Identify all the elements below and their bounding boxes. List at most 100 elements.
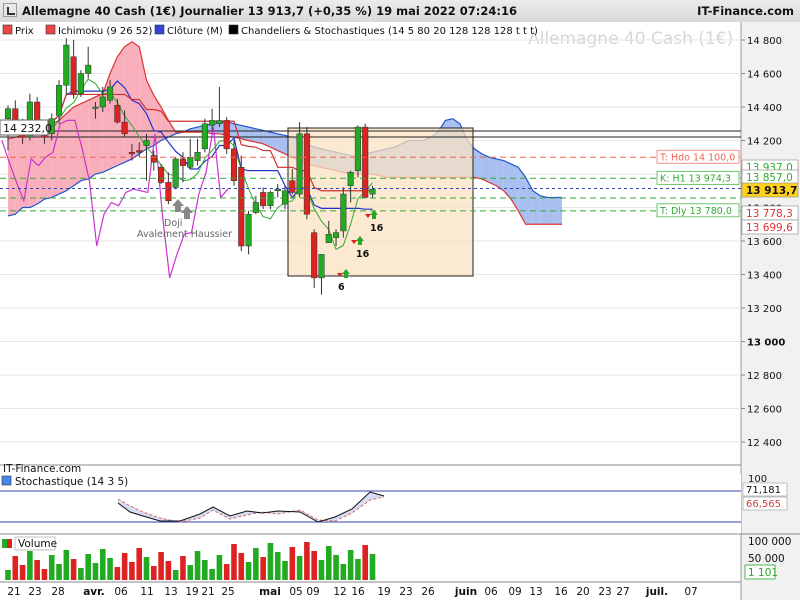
- volume-bar: [187, 565, 194, 580]
- volume-bar: [304, 542, 310, 580]
- volume-bar: [209, 569, 215, 580]
- volume-bar: [355, 559, 361, 580]
- date-tick-label: 06: [484, 586, 498, 598]
- bullish-candle: [369, 188, 376, 195]
- volume-bar: [311, 551, 317, 580]
- price-tick-label: 14 400: [747, 103, 782, 114]
- date-tick-label: 28: [51, 586, 64, 598]
- volume-bar: [274, 552, 281, 580]
- level-badge: 13 699,6: [746, 222, 793, 234]
- bullish-candle: [187, 157, 194, 168]
- legend-item: Ichimoku (9 26 52): [45, 24, 152, 37]
- signal-count-label: 6: [338, 282, 345, 293]
- volume-bar: [158, 552, 164, 580]
- date-tick-label: 16: [351, 586, 365, 598]
- volume-bar: [245, 562, 252, 580]
- brand-name[interactable]: IT-Finance.com: [697, 4, 794, 18]
- date-tick-label: 07: [684, 586, 697, 598]
- cloud-segment: [489, 157, 497, 186]
- bullish-candle: [143, 140, 150, 146]
- bearish-candle: [70, 56, 77, 94]
- bearish-candle: [223, 120, 230, 150]
- date-tick-label: avr.: [83, 586, 105, 598]
- date-tick-label: mai: [259, 586, 281, 598]
- volume-bar: [136, 548, 143, 580]
- volume-bar: [289, 547, 296, 580]
- bearish-candle: [311, 232, 318, 279]
- legend-color-chip: [45, 24, 56, 35]
- bullish-candle: [4, 108, 12, 119]
- date-tick-label: 25: [221, 586, 234, 598]
- chart-canvas[interactable]: Allemagne 40 Cash (1€) Prix Ichimoku (9 2…: [0, 22, 800, 600]
- volume-bar: [333, 555, 339, 580]
- bearish-candle: [362, 126, 369, 198]
- chart-window-icon[interactable]: [3, 3, 17, 17]
- bullish-candle: [333, 232, 340, 238]
- bearish-candle: [238, 167, 245, 247]
- date-tick-label: 20: [576, 586, 589, 598]
- bearish-candle: [230, 148, 238, 181]
- legend-label: Prix: [15, 26, 34, 37]
- legend-color-chip: [154, 24, 165, 35]
- volume-bar: [99, 549, 106, 580]
- volume-bar: [143, 557, 150, 580]
- bullish-candle: [281, 190, 289, 205]
- bullish-candle: [325, 234, 332, 243]
- date-tick-label: 12: [333, 586, 346, 598]
- date-tick-label: juin: [454, 586, 477, 598]
- bullish-candle: [172, 158, 179, 188]
- bullish-candle: [63, 44, 70, 86]
- cloud-segment: [15, 135, 23, 215]
- volume-bar: [340, 564, 347, 580]
- cloud-segment: [29, 130, 38, 208]
- volume-bar: [165, 561, 172, 580]
- stochastic-d-value: 66,565: [746, 499, 781, 510]
- volume-bar: [48, 555, 55, 580]
- legend-label: Chandeliers & Stochastiques (14 5 80 20 …: [241, 26, 538, 37]
- date-tick-label: 19: [377, 586, 390, 598]
- bearish-candle: [179, 158, 187, 166]
- bullish-candle: [296, 133, 303, 195]
- bullish-candle: [99, 96, 106, 108]
- cloud-segment: [241, 125, 249, 141]
- price-tick-label: 13 200: [747, 304, 782, 315]
- price-tick-label: 13 000: [747, 338, 785, 349]
- left-level-label: 14 232,0: [3, 122, 52, 135]
- cloud-segment: [532, 190, 541, 225]
- bearish-candle: [150, 155, 157, 163]
- volume-bar: [107, 558, 113, 580]
- bullish-candle: [55, 84, 63, 116]
- bearish-candle: [34, 101, 41, 121]
- bullish-candle: [274, 188, 281, 191]
- volume-bar: [70, 559, 77, 580]
- bullish-candle: [340, 193, 347, 232]
- date-tick-label: 09: [306, 586, 319, 598]
- bearish-candle: [41, 135, 48, 138]
- stochastic-title: Stochastique (14 3 5): [15, 476, 128, 488]
- volume-bar: [223, 564, 230, 580]
- indicator-legend: Prix Ichimoku (9 26 52) Clôture (M) Chandel…: [2, 24, 538, 37]
- volume-bar: [19, 565, 26, 580]
- volume-bar: [260, 557, 266, 580]
- bullish-candle: [201, 123, 208, 150]
- date-tick-label: 21: [201, 586, 214, 598]
- volume-bar: [12, 556, 19, 580]
- date-tick-label: 27: [616, 586, 629, 598]
- volume-bar: [5, 570, 11, 580]
- price-tick-label: 13 400: [747, 271, 782, 282]
- copyright-label: IT-Finance.com: [3, 463, 81, 475]
- bullish-candle: [318, 254, 325, 279]
- date-tick-label: 13: [164, 586, 177, 598]
- bearish-candle: [158, 167, 165, 183]
- date-tick-label: 26: [421, 586, 435, 598]
- signal-count-label: 16: [370, 223, 384, 234]
- bullish-candle: [354, 126, 361, 171]
- volume-bar: [85, 554, 91, 580]
- volume-bar: [282, 561, 288, 580]
- bullish-candle: [347, 172, 354, 186]
- price-tick-label: 14 200: [747, 137, 782, 148]
- bullish-candle: [209, 120, 216, 126]
- volume-bar: [92, 563, 99, 580]
- legend-label: Ichimoku (9 26 52): [58, 26, 152, 37]
- price-tick-label: 13 600: [747, 237, 782, 248]
